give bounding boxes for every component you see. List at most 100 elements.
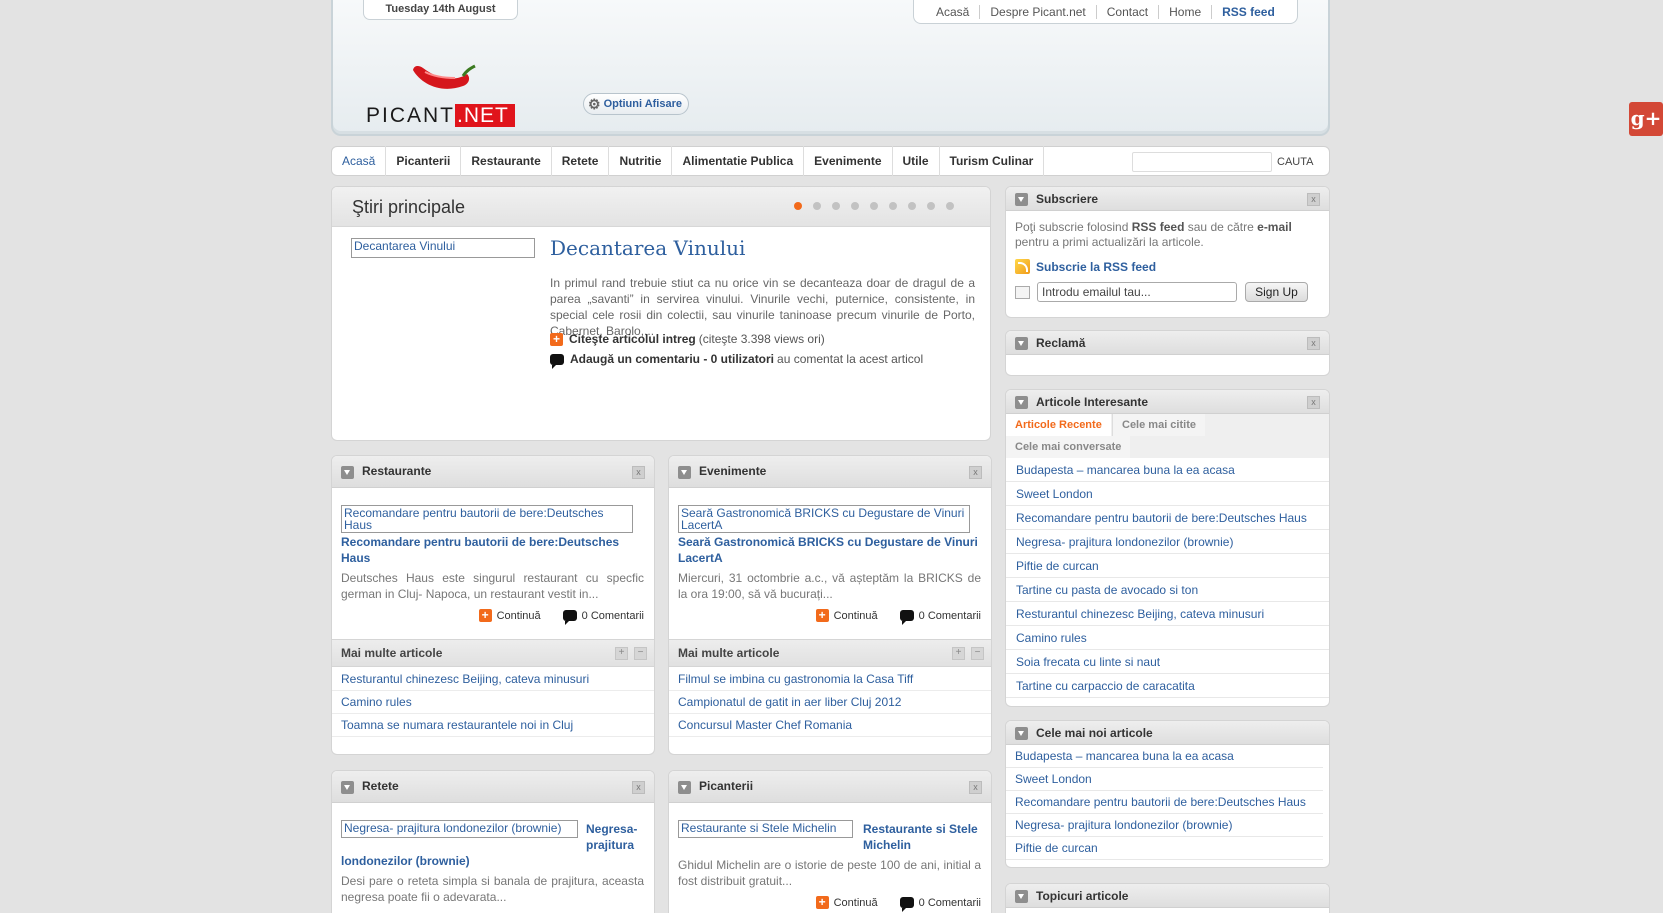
list-item[interactable]: Campionatul de gatit in aer liber Cluj 2… <box>669 691 991 714</box>
list-item[interactable]: Resturantul chinezesc Beijing, cateva mi… <box>332 668 654 691</box>
slide-dot[interactable] <box>870 202 878 210</box>
slide-dot[interactable] <box>794 202 802 210</box>
list-item[interactable]: Toamna se numara restaurantele noi in Cl… <box>332 714 654 737</box>
collapse-icon[interactable] <box>341 466 354 479</box>
article-image-broken[interactable]: Negresa- prajitura londonezilor (brownie… <box>341 820 578 838</box>
tab-citite[interactable]: Cele mai citite <box>1112 414 1205 436</box>
collapse-icon[interactable] <box>1015 727 1028 740</box>
nav-acasa[interactable]: Acasă <box>332 146 387 176</box>
topnav-despre[interactable]: Despre Picant.net <box>980 4 1097 19</box>
slide-dot[interactable] <box>813 202 821 210</box>
comments-link[interactable]: 0 Comentarii <box>919 610 981 622</box>
featured-header: Ştiri principale <box>332 187 990 227</box>
nav-alimentatie-publica[interactable]: Alimentatie Publica <box>672 146 805 176</box>
article-title-part[interactable]: prajitura <box>586 837 646 853</box>
read-more-link[interactable]: Citeşte articolul intreg <box>569 332 696 346</box>
collapse-icon[interactable] <box>341 781 354 794</box>
slide-dot[interactable] <box>851 202 859 210</box>
article-title-part[interactable]: londonezilor (brownie) <box>341 853 641 869</box>
list-item[interactable]: Budapesta – mancarea buna la ea acasa <box>1006 458 1329 482</box>
search-input[interactable] <box>1132 152 1272 172</box>
site-logo[interactable]: PICANT.NET <box>366 60 541 127</box>
add-comment-link[interactable]: Adaugă un comentariu - 0 utilizatori <box>570 352 774 366</box>
list-item[interactable]: Resturantul chinezesc Beijing, cateva mi… <box>1006 602 1329 626</box>
list-item[interactable]: Piftie de curcan <box>1006 554 1329 578</box>
slide-dot[interactable] <box>927 202 935 210</box>
list-item[interactable]: Negresa- prajitura londonezilor (brownie… <box>1006 814 1323 837</box>
close-icon[interactable]: x <box>1307 337 1320 350</box>
comment-icon <box>562 610 577 625</box>
featured-title[interactable]: Decantarea Vinului <box>550 236 745 260</box>
box-header: Retete x <box>332 771 654 803</box>
list-item[interactable]: Budapesta – mancarea buna la ea acasa <box>1006 745 1323 768</box>
article-title-part[interactable]: Restaurante si Stele <box>863 821 988 837</box>
nav-evenimente[interactable]: Evenimente <box>804 146 893 176</box>
article-image-broken[interactable]: Seară Gastronomică BRICKS cu Degustare d… <box>678 505 970 533</box>
close-icon[interactable]: x <box>1307 193 1320 206</box>
collapse-icon[interactable] <box>1015 193 1028 206</box>
slide-dot[interactable] <box>889 202 897 210</box>
article-excerpt: Miercuri, 31 octombrie a.c., vă așteptăm… <box>678 571 981 601</box>
list-item[interactable]: Tartine cu carpaccio de caracatita <box>1006 674 1329 698</box>
display-options-button[interactable]: ⚙ Optiuni Afisare <box>583 93 689 115</box>
rss-subscribe-link[interactable]: Subscrie la RSS feed <box>1036 260 1156 274</box>
list-item[interactable]: Tartine cu pasta de avocado si ton <box>1006 578 1329 602</box>
nav-retete[interactable]: Retete <box>552 146 610 176</box>
close-icon[interactable]: x <box>969 466 982 479</box>
signup-button[interactable]: Sign Up <box>1245 282 1308 302</box>
continue-link[interactable]: Continuă <box>834 897 878 909</box>
collapse-icon[interactable] <box>678 781 691 794</box>
list-item[interactable]: Concursul Master Chef Romania <box>669 714 991 737</box>
topnav-acasa[interactable]: Acasă <box>926 4 981 19</box>
list-item[interactable]: Recomandare pentru bautorii de bere:Deut… <box>1006 791 1323 814</box>
topnav-contact[interactable]: Contact <box>1097 4 1160 19</box>
comments-link[interactable]: 0 Comentarii <box>919 897 981 909</box>
close-icon[interactable]: x <box>1307 396 1320 409</box>
list-item[interactable]: Filmul se imbina cu gastronomia la Casa … <box>669 668 991 691</box>
article-title-part[interactable]: Michelin <box>863 837 988 853</box>
nav-utile[interactable]: Utile <box>893 146 940 176</box>
list-item[interactable]: Sweet London <box>1006 482 1329 506</box>
list-item[interactable]: Recomandare pentru bautorii de bere:Deut… <box>1006 506 1329 530</box>
close-icon[interactable]: x <box>632 466 645 479</box>
slide-dot[interactable] <box>946 202 954 210</box>
collapse-icon[interactable] <box>1015 337 1028 350</box>
nav-nutritie[interactable]: Nutritie <box>609 146 673 176</box>
topnav-home[interactable]: Home <box>1159 4 1213 19</box>
shrink-icon[interactable]: − <box>971 647 984 660</box>
collapse-icon[interactable] <box>678 466 691 479</box>
continue-link[interactable]: Continuă <box>497 610 541 622</box>
nav-picanterii[interactable]: Picanterii <box>386 146 462 176</box>
expand-icon[interactable]: + <box>615 647 628 660</box>
list-item[interactable]: Camino rules <box>1006 626 1329 650</box>
nav-turism-culinar[interactable]: Turism Culinar <box>940 146 1045 176</box>
topnav-rss[interactable]: RSS feed <box>1212 5 1285 19</box>
article-title[interactable]: Recomandare pentru bautorii de bere:Deut… <box>341 534 641 566</box>
google-plus-icon[interactable]: g+ <box>1629 102 1663 136</box>
email-field[interactable]: Introdu emailul tau... <box>1037 282 1237 302</box>
article-image-broken[interactable]: Restaurante si Stele Michelin <box>678 820 853 838</box>
comments-link[interactable]: 0 Comentarii <box>582 610 644 622</box>
list-item[interactable]: Camino rules <box>332 691 654 714</box>
list-item[interactable]: Negresa- prajitura londonezilor (brownie… <box>1006 530 1329 554</box>
collapse-icon[interactable] <box>1015 396 1028 409</box>
shrink-icon[interactable]: − <box>634 647 647 660</box>
collapse-icon[interactable] <box>1015 890 1028 903</box>
tab-conversate[interactable]: Cele mai conversate <box>1006 436 1131 458</box>
article-title-part[interactable]: Negresa- <box>586 821 646 837</box>
list-item[interactable]: Piftie de curcan <box>1006 837 1323 860</box>
expand-icon[interactable]: + <box>952 647 965 660</box>
article-title[interactable]: Seară Gastronomică BRICKS cu Degustare d… <box>678 534 978 566</box>
slide-dot[interactable] <box>832 202 840 210</box>
slide-dot[interactable] <box>908 202 916 210</box>
tab-recente[interactable]: Articole Recente <box>1006 414 1111 436</box>
close-icon[interactable]: x <box>632 781 645 794</box>
close-icon[interactable]: x <box>969 781 982 794</box>
nav-restaurante[interactable]: Restaurante <box>461 146 552 176</box>
article-image-broken[interactable]: Recomandare pentru bautorii de bere:Deut… <box>341 505 633 533</box>
search-button[interactable]: CAUTA <box>1277 152 1313 172</box>
list-item[interactable]: Sweet London <box>1006 768 1323 791</box>
featured-image-broken[interactable]: Decantarea Vinului <box>351 238 535 258</box>
continue-link[interactable]: Continuă <box>834 610 878 622</box>
list-item[interactable]: Soia frecata cu linte si naut <box>1006 650 1329 674</box>
